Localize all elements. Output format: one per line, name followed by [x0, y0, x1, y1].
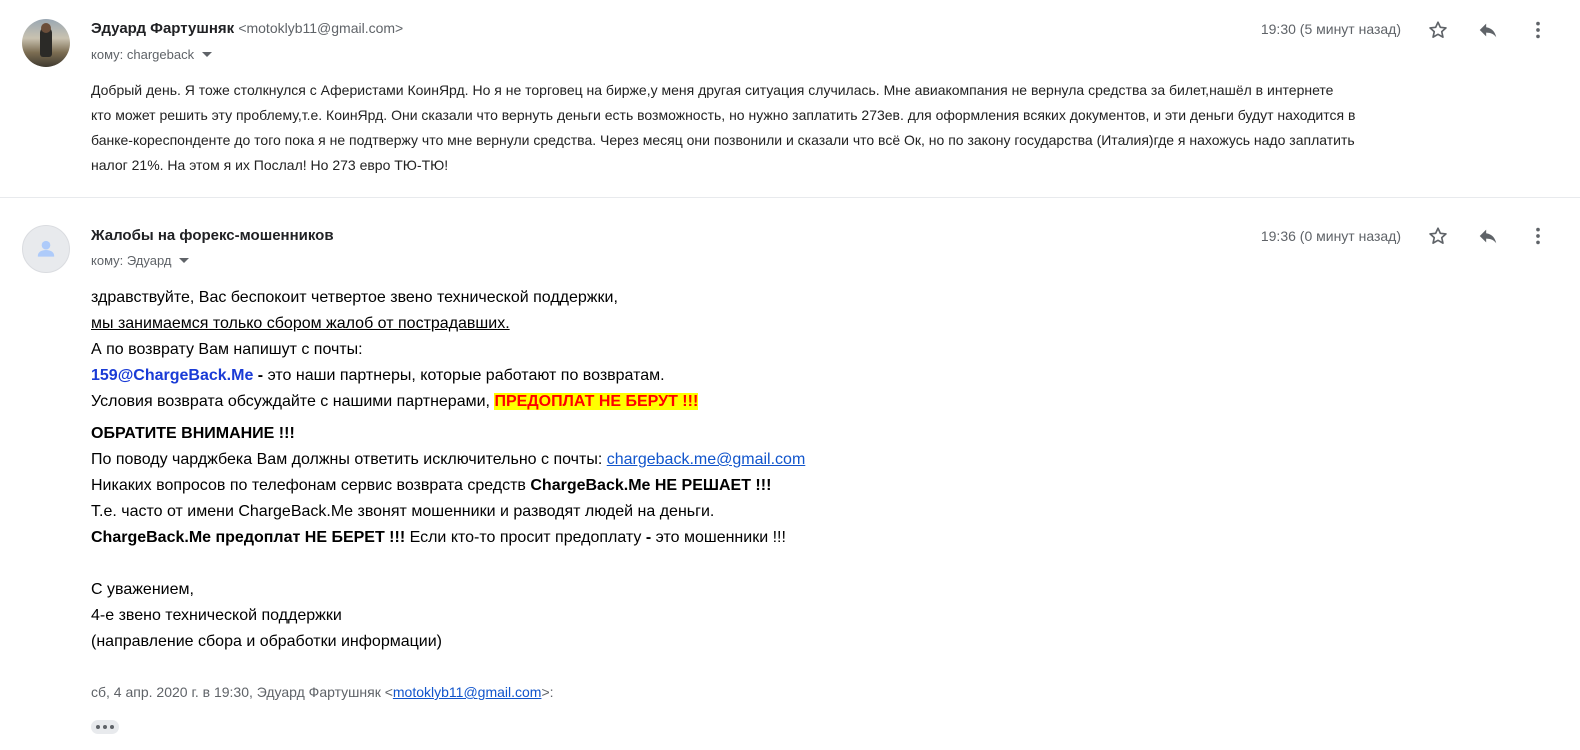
- message-time[interactable]: 19:30 (5 минут назад): [1261, 21, 1401, 37]
- conditions-line: Условия возврата обсуждайте с нашими пар…: [91, 389, 1091, 415]
- reply-button[interactable]: [1476, 18, 1500, 42]
- star-button[interactable]: [1426, 18, 1450, 42]
- body-line-underlined: мы занимаемся только сбором жалоб от пос…: [91, 315, 510, 332]
- ellipsis-dot: [96, 725, 100, 729]
- message-1-body: Добрый день. Я тоже столкнулся с Аферист…: [91, 78, 1561, 178]
- body-line: налог 21%. На этом я их Послал! Но 273 е…: [91, 157, 449, 173]
- body-line: здравствуйте, Вас беспокоит четвертое зв…: [91, 289, 618, 306]
- no-prepayment-highlight: ПРЕДОПЛАТ НЕ БЕРУТ !!!: [494, 393, 699, 410]
- more-vert-icon: [1536, 227, 1540, 245]
- partner-email-line: 159@ChargeBack.Me - это наши партнеры, к…: [91, 363, 1091, 389]
- prepayment-bold: ChargeBack.Me предоплат НЕ БЕРЕТ !!!: [91, 529, 406, 546]
- prepayment-text: Если кто-то просит предоплату: [405, 529, 646, 546]
- message-time[interactable]: 19:36 (0 минут назад): [1261, 228, 1401, 244]
- prepayment-line: ChargeBack.Me предоплат НЕ БЕРЕТ !!! Есл…: [91, 525, 1091, 551]
- caret-down-icon[interactable]: [202, 52, 213, 58]
- star-icon: [1429, 21, 1447, 38]
- body-line: А по возврату Вам напишут с почты:: [91, 341, 363, 358]
- quoted-header: сб, 4 апр. 2020 г. в 19:30, Эдуард Фарту…: [91, 684, 554, 700]
- sender-avatar[interactable]: [22, 19, 70, 67]
- official-email-text: По поводу чарджбека Вам должны ответить …: [91, 451, 607, 468]
- phone-text: Никаких вопросов по телефонам сервис воз…: [91, 477, 531, 494]
- reply-button[interactable]: [1476, 224, 1500, 248]
- official-email-link[interactable]: chargeback.me@gmail.com: [607, 451, 806, 468]
- signature-greeting: С уважением,: [91, 581, 194, 598]
- recipient-line[interactable]: кому: chargeback: [91, 47, 213, 62]
- official-email-line: По поводу чарджбека Вам должны ответить …: [91, 447, 1091, 473]
- message-divider: [0, 197, 1580, 198]
- caret-down-icon[interactable]: [179, 258, 190, 264]
- dash: -: [253, 367, 268, 384]
- reply-icon: [1479, 229, 1497, 244]
- sender-name[interactable]: Жалобы на форекс-мошенников: [91, 227, 334, 244]
- person-icon: [37, 240, 55, 257]
- avatar-head: [41, 23, 51, 33]
- conditions-text: Условия возврата обсуждайте с нашими пар…: [91, 393, 495, 410]
- sender-avatar-default[interactable]: [22, 225, 70, 273]
- ellipsis-dot: [103, 725, 107, 729]
- partner-email: 159@ChargeBack.Me: [91, 367, 254, 384]
- ellipsis-icon[interactable]: [91, 720, 119, 734]
- signature-team: 4-е звено технической поддержки: [91, 607, 342, 624]
- phone-bold: ChargeBack.Me НЕ РЕШАЕТ !!!: [530, 477, 772, 494]
- recipient-label: кому: Эдуард: [91, 253, 172, 268]
- more-vert-icon: [1536, 21, 1540, 39]
- recipient-label: кому: chargeback: [91, 47, 195, 62]
- more-button[interactable]: [1526, 224, 1550, 248]
- star-button[interactable]: [1426, 224, 1450, 248]
- quoted-suffix: >:: [541, 684, 554, 700]
- more-button[interactable]: [1526, 18, 1550, 42]
- body-line: кто может решить эту проблему,т.е. КоинЯ…: [91, 107, 1356, 123]
- message-2-body: здравствуйте, Вас беспокоит четвертое зв…: [91, 285, 1091, 655]
- body-line: Добрый день. Я тоже столкнулся с Аферист…: [91, 82, 1334, 98]
- prepayment-rest: это мошенники !!!: [651, 529, 786, 546]
- partner-note: это наши партнеры, которые работают по в…: [267, 367, 665, 384]
- sender-email: <motoklyb11@gmail.com>: [238, 20, 404, 36]
- body-line: Т.е. часто от имени ChargeBack.Me звонят…: [91, 503, 715, 520]
- phone-line: Никаких вопросов по телефонам сервис воз…: [91, 473, 1091, 499]
- quoted-email-link[interactable]: motoklyb11@gmail.com: [393, 684, 542, 700]
- star-icon: [1429, 227, 1447, 244]
- ellipsis-dot: [110, 725, 114, 729]
- reply-icon: [1479, 23, 1497, 38]
- quoted-prefix: сб, 4 апр. 2020 г. в 19:30, Эдуард Фарту…: [91, 684, 393, 700]
- sender-line: Эдуард Фартушняк <motoklyb11@gmail.com>: [91, 20, 403, 37]
- signature-department: (направление сбора и обработки информаци…: [91, 633, 442, 650]
- recipient-line[interactable]: кому: Эдуард: [91, 253, 190, 268]
- body-line: банке-кореспонденте до того пока я не по…: [91, 132, 1355, 148]
- sender-name[interactable]: Эдуард Фартушняк: [91, 20, 234, 37]
- attention-heading: ОБРАТИТЕ ВНИМАНИЕ !!!: [91, 425, 295, 442]
